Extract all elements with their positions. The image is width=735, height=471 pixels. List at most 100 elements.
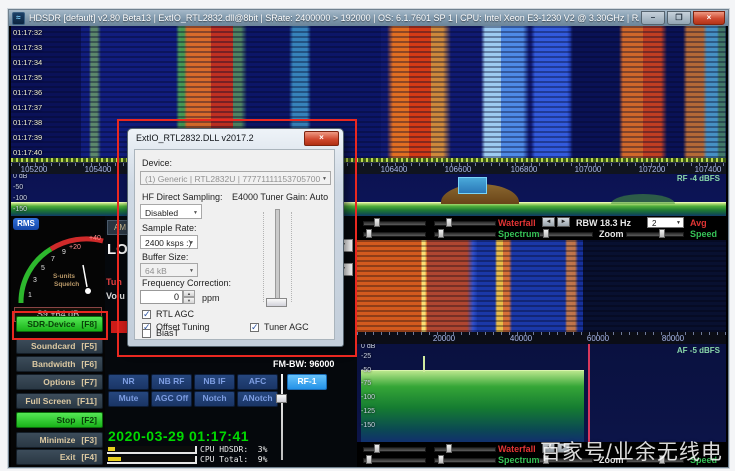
nb-rf-button[interactable]: NB RF — [151, 374, 192, 390]
button-key: [F6] — [81, 359, 97, 369]
rf-waterfall[interactable]: 01:17:32 01:17:33 01:17:34 01:17:35 01:1… — [11, 26, 726, 162]
dialog-close-button[interactable]: × — [304, 131, 339, 146]
af-frequency-ruler[interactable]: 20000 40000 60000 80000 — [357, 332, 726, 344]
spectrum-lower-slider[interactable] — [434, 229, 496, 238]
bandwidth-button[interactable]: Bandwidth[F6] — [16, 356, 103, 372]
nb-if-button[interactable]: NB IF — [194, 374, 235, 390]
s-units-label: S-units — [53, 273, 75, 280]
device-label: Device: — [142, 158, 172, 168]
af-waterfall[interactable] — [357, 240, 726, 332]
speed-label: Speed — [690, 229, 717, 239]
rf-spectrum[interactable]: 0 dB -50 -100 -150 RF -4 dBFS — [11, 174, 726, 216]
mute-button[interactable]: Mute — [108, 391, 149, 407]
db-label: -150 — [361, 422, 375, 430]
biast-checkbox-row[interactable]: BiasT — [142, 328, 179, 338]
button-label: Exit — [60, 452, 76, 462]
lo-label: LO — [107, 241, 128, 258]
freq-label: 107400 — [695, 165, 722, 174]
af-waterfall-upper-slider[interactable] — [363, 444, 426, 453]
waterfall-upper-slider[interactable] — [363, 218, 426, 227]
avg-select[interactable]: 2▼ — [647, 217, 684, 228]
tuner-gain-slider-handle[interactable] — [266, 298, 287, 307]
check-icon: ✓ — [250, 323, 259, 332]
rbw-increase-button[interactable]: ► — [557, 217, 570, 227]
spin-down-button[interactable]: ▼ — [183, 297, 195, 304]
avg-label: Avg — [690, 218, 707, 228]
slider-handle[interactable] — [438, 455, 444, 464]
stop-button[interactable]: Stop[F2] — [16, 412, 103, 428]
tuner-gain-label: E4000 Tuner Gain: Auto — [232, 192, 328, 202]
hf-direct-sampling-select[interactable]: Disabled▼ — [140, 204, 202, 219]
waterfall-lower-slider[interactable] — [434, 218, 496, 227]
bandwidth-slider-handle[interactable] — [276, 394, 287, 403]
af-waterfall-lower-slider[interactable] — [434, 444, 496, 453]
buffer-size-select[interactable]: 64 kB▼ — [140, 263, 198, 277]
slider-handle[interactable] — [374, 218, 380, 227]
avg-value: 2 — [652, 219, 656, 228]
scale-tick-plus20: +20 — [69, 244, 81, 251]
rtl-agc-checkbox[interactable]: ✓RTL AGC — [142, 309, 194, 319]
minimize-app-button[interactable]: Minimize[F3] — [16, 432, 103, 448]
agc-off-button[interactable]: AGC Off — [151, 391, 192, 407]
chevron-up-icon: ▲ — [187, 291, 191, 296]
sample-rate-select[interactable]: 2400 ksps :)▼ — [140, 235, 198, 249]
notch-button[interactable]: Notch — [194, 391, 235, 407]
slider-handle[interactable] — [543, 229, 549, 238]
zoom-label: Zoom — [599, 229, 624, 239]
spin-up-button[interactable]: ▲ — [183, 290, 195, 297]
spectrum-upper-slider[interactable] — [363, 229, 426, 238]
spectrum-signal-bump — [611, 194, 675, 204]
slider-handle[interactable] — [446, 218, 452, 227]
extio-dialog: ExtIO_RTL2832.DLL v2017.2 × Device: (1) … — [127, 128, 344, 347]
datetime-display: 2020-03-29 01:17:41 — [108, 428, 249, 444]
buffer-size-value: 64 kB — [145, 266, 167, 276]
af-waterfall-label: Waterfall — [498, 444, 536, 454]
minimize-button[interactable]: – — [641, 11, 665, 25]
af-spectrum-upper-slider[interactable] — [363, 455, 426, 464]
rf-frequency-ruler[interactable]: 105200 105400 106400 106600 106800 10700… — [11, 162, 726, 174]
rbw-decrease-button[interactable]: ◄ — [542, 217, 555, 227]
zoom-slider[interactable] — [539, 229, 593, 238]
options-button[interactable]: Options[F7] — [16, 374, 103, 390]
tuner-gain-slider-track[interactable] — [275, 209, 280, 307]
maximize-button[interactable]: ❐ — [667, 11, 691, 25]
slider-handle[interactable] — [446, 444, 452, 453]
device-select[interactable]: (1) Generic | RTL2832U | 777711111537057… — [140, 171, 331, 185]
frequency-correction-input[interactable]: 0 — [140, 290, 183, 304]
soundcard-button[interactable]: Soundcard[F5] — [16, 338, 103, 354]
gain-slider-ticks — [263, 212, 264, 302]
af-spectrum[interactable]: 0 dB -25 -50 -75 -100 -125 -150 AF -5 dB… — [357, 344, 726, 442]
anotch-button[interactable]: ANotch — [237, 391, 278, 407]
s-meter-gauge: 1 3 5 7 9 +20 +40 S-units Squelch — [11, 227, 105, 305]
tuner-agc-checkbox[interactable]: ✓Tuner AGC — [250, 322, 309, 332]
chevron-down-icon: ▼ — [676, 220, 681, 226]
nr-button[interactable]: NR — [108, 374, 149, 390]
scale-tick-1: 1 — [28, 292, 32, 299]
freq-label: 107200 — [639, 165, 666, 174]
exit-button[interactable]: Exit[F4] — [16, 449, 103, 465]
slider-handle[interactable] — [366, 455, 372, 464]
chevron-left-icon: ◄ — [546, 219, 552, 225]
titlebar: ≈ HDSDR [default] v2.80 Beta13 | ExtIO_R… — [9, 10, 728, 26]
afc-button[interactable]: AFC — [237, 374, 278, 390]
slider-handle[interactable] — [438, 229, 444, 238]
close-button[interactable]: × — [693, 11, 725, 25]
af-cutoff-line — [588, 344, 590, 442]
squelch-label: Squelch — [54, 281, 79, 288]
screenshot-root: ≈ HDSDR [default] v2.80 Beta13 | ExtIO_R… — [0, 0, 735, 471]
chevron-down-icon: ▼ — [189, 240, 194, 246]
rf-1-button[interactable]: RF-1 — [287, 374, 327, 390]
af-spectrum-lower-slider[interactable] — [434, 455, 496, 464]
fullscreen-button[interactable]: Full Screen[F11] — [16, 393, 103, 409]
sdr-device-button[interactable]: SDR-Device[F8] — [16, 316, 103, 332]
slider-handle[interactable] — [366, 229, 372, 238]
waterfall-time-label: 01:17:37 — [13, 103, 42, 112]
slider-handle[interactable] — [659, 229, 665, 238]
chevron-down-icon: ▼ — [187, 298, 191, 303]
waterfall-time-label: 01:17:35 — [13, 73, 42, 82]
speed-slider[interactable] — [626, 229, 684, 238]
rf-level-readout: RF -4 dBFS — [677, 174, 720, 183]
bandwidth-slider-track[interactable] — [281, 374, 283, 460]
slider-handle[interactable] — [374, 444, 380, 453]
waterfall-time-label: 01:17:33 — [13, 43, 42, 52]
